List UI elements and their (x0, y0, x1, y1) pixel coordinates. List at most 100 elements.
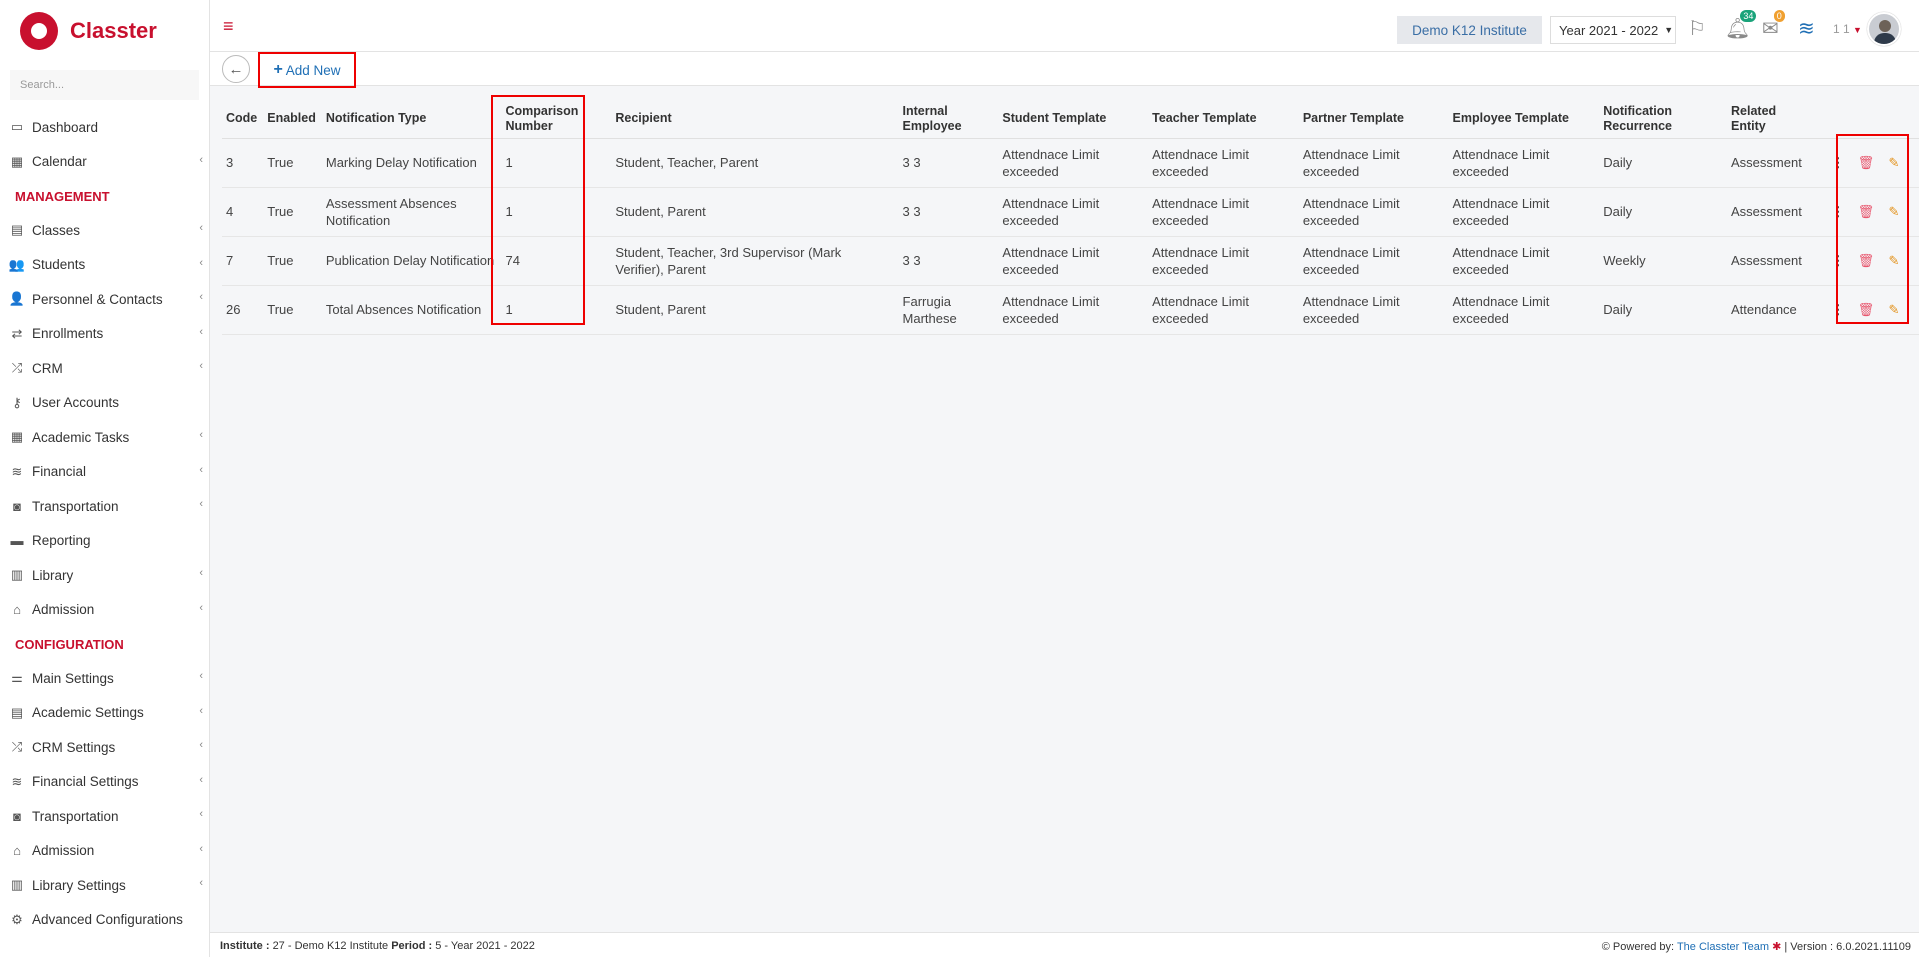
cogs-icon: ⚙ (11, 911, 23, 927)
cell-type: Total Absences Notification (321, 285, 502, 335)
envelope-icon[interactable]: ✉ 0 (1762, 10, 1785, 41)
edit-icon[interactable]: ✎ (1885, 154, 1903, 171)
sidebar-item-students[interactable]: 👥 Students ‹ (0, 248, 209, 283)
sidebar-item-crm-settings[interactable]: ⤮ CRM Settings ‹ (0, 730, 209, 765)
year-select-value: Year 2021 - 2022 (1559, 22, 1659, 38)
sidebar-item-calendar[interactable]: ▦ Calendar ‹ (0, 145, 209, 180)
chevron-left-icon: ‹ (199, 153, 203, 166)
chevron-left-icon: ‹ (199, 739, 203, 751)
table-header-row: Code Enabled Notification Type Comparison Nu… (222, 100, 1919, 139)
sidebar-item-library-settings[interactable]: ▥ Library Settings ‹ (0, 868, 209, 903)
user-menu[interactable]: 1 1 ▼ (1833, 22, 1862, 36)
table-row[interactable]: 3 True Marking Delay Notification 1 Student,… (222, 138, 1919, 188)
column-header-teacher-template[interactable]: Teacher Template (1148, 100, 1299, 139)
table-row[interactable]: 26 True Total Absences Notification 1 Studen… (222, 285, 1919, 335)
column-header-label: Notification (1603, 103, 1672, 118)
column-header-partner-template[interactable]: Partner Template (1298, 100, 1449, 139)
cell-partner-tpl: Attendnace Limit exceeded (1298, 187, 1449, 237)
sidebar-item-transportation[interactable]: ◙ Transportation ‹ (0, 799, 209, 834)
sidebar-item-enrollments[interactable]: ⇄ Enrollments ‹ (0, 317, 209, 352)
column-header-label: Teacher Template (1152, 111, 1257, 126)
app-name: Classter (70, 18, 157, 43)
column-header-employee-template[interactable]: Employee Template (1448, 100, 1600, 139)
more-options-icon[interactable]: ⋮ (1829, 252, 1847, 269)
menu-toggle-icon[interactable]: ≡ (223, 17, 234, 35)
sidebar-item-user-accounts[interactable]: ⚷ User Accounts (0, 386, 209, 421)
column-header-enabled[interactable]: Enabled (263, 100, 322, 139)
column-header-notification-type[interactable]: Notification Type (321, 100, 502, 139)
avatar[interactable] (1867, 12, 1901, 46)
sidebar-item-admission[interactable]: ⌂ Admission ‹ (0, 593, 209, 628)
chevron-left-icon: ‹ (199, 842, 203, 855)
sidebar-item-advanced-configurations[interactable]: ⚙ Advanced Configurations (0, 903, 209, 938)
column-header-code[interactable]: Code (222, 100, 264, 139)
sidebar-item-label: Financial Settings (32, 774, 139, 790)
delete-icon[interactable]: 🗑︎ (1857, 252, 1875, 269)
sidebar-item-transportation[interactable]: ◙ Transportation ‹ (0, 489, 209, 524)
column-header-student-template[interactable]: Student Template (998, 100, 1149, 139)
sidebar-item-main-settings[interactable]: ⚌ Main Settings ‹ (0, 661, 209, 696)
calendar-icon: ▦ (10, 153, 24, 169)
sidebar-item-personnel-contacts[interactable]: 👤 Personnel & Contacts ‹ (0, 282, 209, 317)
flag-icon[interactable]: ⚐ (1688, 16, 1706, 41)
year-select[interactable]: Year 2021 - 2022 ▼ (1550, 16, 1676, 44)
sidebar-item-reporting[interactable]: ▬ Reporting (0, 524, 209, 559)
column-header-recipient[interactable]: Recipient (611, 100, 899, 139)
column-header-label: Employee (902, 118, 962, 133)
table-row[interactable]: 7 True Publication Delay Notification 74 Stu… (222, 236, 1919, 286)
delete-icon[interactable]: 🗑︎ (1857, 203, 1875, 220)
chevron-left-icon: ‹ (199, 601, 203, 614)
sidebar-item-label: Transportation (32, 808, 119, 824)
sidebar-item-label: Reporting (32, 533, 91, 549)
sidebar-item-crm[interactable]: ⤮ CRM ‹ (0, 351, 209, 386)
table-row[interactable]: 4 True Assessment Absences Notification 1 St… (222, 187, 1919, 237)
sidebar-item-financial-settings[interactable]: ≋ Financial Settings ‹ (0, 765, 209, 800)
footer-period-value: 5 - Year 2021 - 2022 (435, 940, 535, 952)
classter-team-link[interactable]: The Classter Team (1677, 941, 1769, 953)
chevron-left-icon: ‹ (199, 325, 203, 338)
sidebar-item-academic-tasks[interactable]: ▦ Academic Tasks ‹ (0, 420, 209, 455)
cell-partner-tpl: Attendnace Limit exceeded (1298, 138, 1449, 188)
key-icon: ⚷ (12, 394, 22, 410)
more-options-icon[interactable]: ⋮ (1829, 301, 1847, 318)
sliders-icon: ⚌ (11, 670, 23, 686)
sidebar-item-admission[interactable]: ⌂ Admission ‹ (0, 834, 209, 869)
column-header-related-entity[interactable]: Related Entity (1727, 100, 1825, 139)
cell-type: Marking Delay Notification (321, 138, 502, 188)
sidebar-item-academic-settings[interactable]: ▤ Academic Settings ‹ (0, 696, 209, 731)
cell-code: 26 (222, 285, 264, 335)
edit-icon[interactable]: ✎ (1885, 252, 1903, 269)
sidebar-item-label: Personnel & Contacts (32, 291, 163, 307)
cell-comparison: 74 (501, 236, 612, 286)
edit-icon[interactable]: ✎ (1885, 203, 1903, 220)
column-header-internal-employee[interactable]: Internal Employee (898, 100, 999, 139)
sidebar-item-financial[interactable]: ≋ Financial ‹ (0, 455, 209, 490)
footer: Institute : 27 - Demo K12 Institute Peri… (210, 932, 1919, 957)
coins-icon: ≋ (11, 463, 23, 479)
column-header-notification-recurrence[interactable]: Notification Recurrence (1599, 100, 1728, 139)
more-options-icon[interactable]: ⋮ (1829, 203, 1847, 220)
more-options-icon[interactable]: ⋮ (1829, 154, 1847, 171)
sidebar-search-input[interactable]: Search... (10, 70, 199, 100)
cell-comparison: 1 (501, 138, 612, 188)
sidebar-item-classes[interactable]: ▤ Classes ‹ (0, 213, 209, 248)
enrollments-icon: ⇄ (11, 325, 23, 341)
app-logo[interactable]: Classter (0, 0, 209, 62)
cell-type: Publication Delay Notification (321, 236, 502, 286)
classter-logo-icon (20, 12, 58, 50)
row-actions: ⋮ 🗑︎ ✎ (1824, 285, 1919, 335)
messages-badge: 0 (1773, 10, 1785, 22)
add-new-button[interactable]: + Add New (258, 52, 356, 88)
sidebar-item-library[interactable]: ▥ Library ‹ (0, 558, 209, 593)
delete-icon[interactable]: 🗑︎ (1857, 301, 1875, 318)
sidebar-item-dashboard[interactable]: ▭ Dashboard (0, 110, 209, 145)
table-body: 3 True Marking Delay Notification 1 Student,… (222, 138, 1919, 335)
delete-icon[interactable]: 🗑︎ (1857, 154, 1875, 171)
bell-icon[interactable]: 🔔︎ 34 (1725, 10, 1757, 41)
edit-icon[interactable]: ✎ (1885, 301, 1903, 318)
institute-button[interactable]: Demo K12 Institute (1397, 16, 1542, 44)
layers-icon[interactable]: ≋ (1798, 16, 1815, 41)
chevron-left-icon: ‹ (199, 498, 203, 510)
back-button[interactable]: ← (222, 55, 250, 83)
column-header-comparison-number[interactable]: Comparison Number (501, 100, 612, 139)
